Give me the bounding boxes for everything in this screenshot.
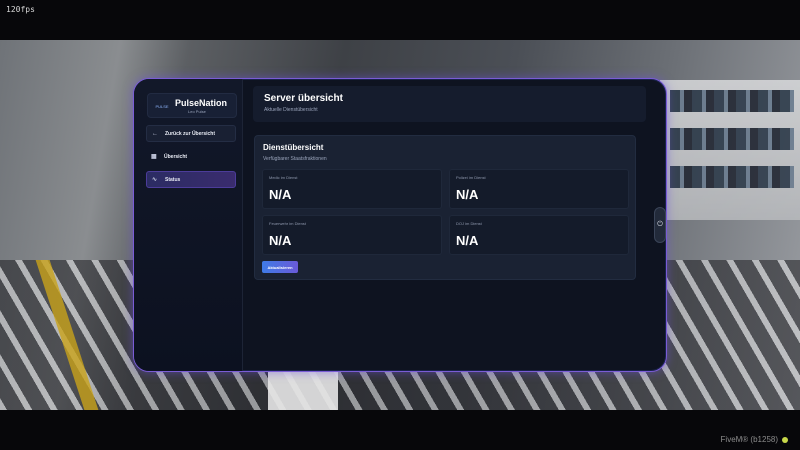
main-content: Server übersicht Aktuelle Dienstübersich… bbox=[243, 79, 666, 371]
refresh-button[interactable]: Aktualisieren bbox=[262, 261, 298, 273]
client-version-label: FiveM® (b1258) bbox=[720, 435, 778, 444]
stat-card-medic: Medic im Dienst N/A bbox=[262, 169, 442, 209]
tablet-window: PULSE PulseNation Leo Pulse ← Zurück zur… bbox=[133, 78, 667, 372]
stat-card-fire: Feuerwehr im Dienst N/A bbox=[262, 215, 442, 255]
stat-label: DOJ im Dienst bbox=[456, 221, 482, 226]
stat-value: N/A bbox=[456, 187, 479, 202]
sidebar-item-label: Übersicht bbox=[164, 153, 188, 160]
brand-card: PULSE PulseNation Leo Pulse bbox=[147, 93, 237, 118]
panel-title: Dienstübersicht bbox=[263, 143, 324, 152]
stat-card-doj: DOJ im Dienst N/A bbox=[449, 215, 629, 255]
page-subtitle: Aktuelle Dienstübersicht bbox=[264, 107, 318, 113]
page-title: Server übersicht bbox=[264, 93, 343, 104]
top-letterbox bbox=[0, 0, 800, 40]
sidebar-item-label: Zurück zur Übersicht bbox=[165, 130, 216, 137]
service-overview-panel: Dienstübersicht Verfügbarer Staatsfrakti… bbox=[254, 135, 636, 280]
stat-label: Feuerwehr im Dienst bbox=[269, 221, 306, 226]
sidebar-item-label: Status bbox=[165, 176, 181, 183]
sidebar: PULSE PulseNation Leo Pulse ← Zurück zur… bbox=[134, 79, 243, 371]
stat-value: N/A bbox=[269, 187, 292, 202]
power-icon: ⏻ bbox=[657, 221, 663, 228]
bottom-letterbox bbox=[0, 410, 800, 450]
sidebar-item-back[interactable]: ← Zurück zur Übersicht bbox=[146, 125, 236, 142]
sidebar-item-status[interactable]: ∿ Status bbox=[146, 171, 236, 188]
sidebar-item-overview[interactable]: ▦ Übersicht bbox=[146, 148, 236, 165]
power-button[interactable]: ⏻ bbox=[654, 207, 666, 243]
stat-label: Polizei im Dienst bbox=[456, 175, 486, 180]
stat-label: Medic im Dienst bbox=[269, 175, 298, 180]
stat-card-police: Polizei im Dienst N/A bbox=[449, 169, 629, 209]
stat-value: N/A bbox=[456, 233, 479, 248]
stat-value: N/A bbox=[269, 233, 292, 248]
store-shelf bbox=[660, 80, 800, 220]
grid-icon: ▦ bbox=[151, 154, 157, 160]
panel-subtitle: Verfügbarer Staatsfraktionen bbox=[263, 156, 327, 162]
arrow-left-icon: ← bbox=[152, 130, 158, 137]
brand-title: PulseNation bbox=[175, 98, 228, 108]
activity-icon: ∿ bbox=[152, 177, 158, 183]
client-version: FiveM® (b1258) bbox=[721, 435, 788, 444]
page-header: Server übersicht Aktuelle Dienstübersich… bbox=[253, 86, 646, 122]
player-character bbox=[268, 370, 338, 410]
fivem-logo-icon bbox=[782, 436, 788, 443]
fps-counter: 120fps bbox=[6, 5, 35, 14]
brand-subtitle: Leo Pulse bbox=[188, 109, 206, 114]
brand-logo: PULSE bbox=[155, 104, 169, 109]
